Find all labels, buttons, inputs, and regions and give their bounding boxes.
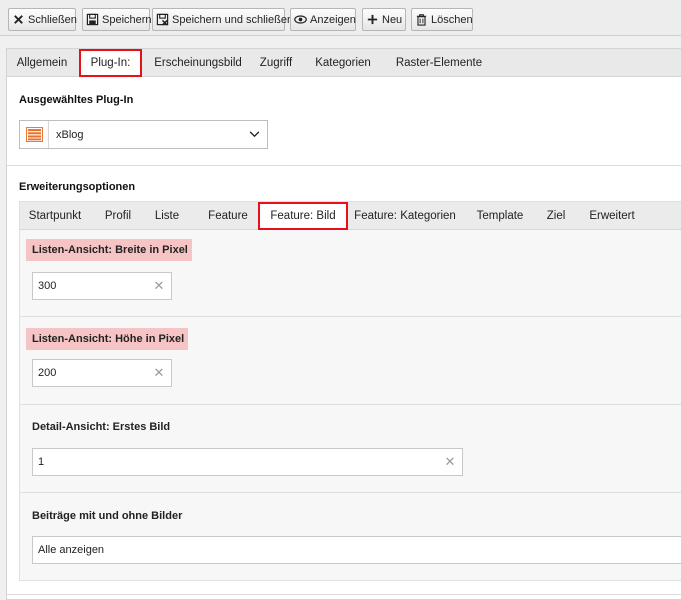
tab-raster-elemente[interactable]: Raster-Elemente [389, 49, 489, 77]
main-panel: Allgemein Plug-In: Erscheinungsbild Zugr… [6, 48, 681, 600]
posts-images-value: Alle anzeigen [38, 544, 105, 556]
extensions-section-title: Erweiterungsoptionen [19, 181, 136, 193]
main-tab-bar: Allgemein Plug-In: Erscheinungsbild Zugr… [7, 49, 681, 77]
tab-erscheinungsbild[interactable]: Erscheinungsbild [144, 49, 252, 77]
plugin-section-title: Ausgewähltes Plug-In [19, 94, 134, 106]
eye-icon [294, 13, 307, 27]
tab-profil[interactable]: Profil [100, 202, 136, 230]
plus-icon [366, 13, 379, 27]
field-divider [20, 404, 681, 405]
extension-tab-bar: Startpunkt Profil Liste Feature Feature:… [20, 202, 681, 230]
list-icon [20, 121, 49, 148]
tab-erweitert[interactable]: Erweitert [582, 202, 642, 230]
close-button[interactable]: Schließen [8, 8, 77, 31]
trash-icon [415, 13, 428, 27]
tab-zugriff[interactable]: Zugriff [252, 49, 300, 77]
delete-button-label: Löschen [431, 13, 473, 26]
list-height-input[interactable]: 200 ✕ [32, 359, 172, 387]
tab-ziel[interactable]: Ziel [538, 202, 574, 230]
bottom-divider [7, 594, 681, 595]
plugin-select[interactable]: xBlog [19, 120, 268, 149]
clear-icon[interactable]: ✕ [147, 365, 171, 381]
tab-allgemein[interactable]: Allgemein [7, 49, 77, 77]
close-icon [12, 13, 25, 27]
save-close-icon [156, 13, 169, 27]
detail-first-image-label: Detail-Ansicht: Erstes Bild [32, 421, 171, 433]
tab-startpunkt[interactable]: Startpunkt [22, 202, 88, 230]
close-button-label: Schließen [28, 13, 77, 26]
tab-feature-bild[interactable]: Feature: Bild [258, 202, 348, 230]
delete-button[interactable]: Löschen [411, 8, 473, 31]
field-divider [20, 316, 681, 317]
tab-feature[interactable]: Feature [200, 202, 256, 230]
tab-liste[interactable]: Liste [150, 202, 184, 230]
plugin-select-value: xBlog [56, 128, 84, 141]
detail-first-image-value: 1 [38, 456, 45, 468]
posts-images-select[interactable]: Alle anzeigen [32, 536, 681, 564]
tab-template[interactable]: Template [470, 202, 530, 230]
save-icon [86, 13, 99, 27]
preview-button[interactable]: Anzeigen [290, 8, 356, 31]
field-divider [20, 492, 681, 493]
list-width-value: 300 [38, 280, 57, 292]
save-and-close-button[interactable]: Speichern und schließen [152, 8, 293, 31]
list-height-value: 200 [38, 367, 57, 379]
tab-feature-kategorien[interactable]: Feature: Kategorien [352, 202, 458, 230]
detail-first-image-input[interactable]: 1 ✕ [32, 448, 463, 476]
list-width-input[interactable]: 300 ✕ [32, 272, 172, 300]
tab-plug-in[interactable]: Plug-In: [79, 49, 142, 77]
list-width-label: Listen-Ansicht: Breite in Pixel [26, 239, 192, 261]
chevron-down-icon [241, 131, 267, 138]
toolbar: Schließen Speichern Speichern und schlie… [0, 0, 681, 36]
save-button-label: Speichern [102, 13, 152, 26]
new-button[interactable]: Neu [362, 8, 406, 31]
list-height-label: Listen-Ansicht: Höhe in Pixel [26, 328, 189, 350]
posts-images-label: Beiträge mit und ohne Bilder [32, 510, 183, 522]
save-button[interactable]: Speichern [82, 8, 152, 31]
tab-kategorien[interactable]: Kategorien [307, 49, 379, 77]
new-button-label: Neu [382, 13, 403, 26]
extension-options-panel: Startpunkt Profil Liste Feature Feature:… [19, 201, 681, 581]
section-divider [7, 165, 681, 166]
save-and-close-button-label: Speichern und schließen [172, 13, 294, 26]
preview-button-label: Anzeigen [310, 13, 356, 26]
clear-icon[interactable]: ✕ [438, 454, 462, 470]
clear-icon[interactable]: ✕ [147, 278, 171, 294]
